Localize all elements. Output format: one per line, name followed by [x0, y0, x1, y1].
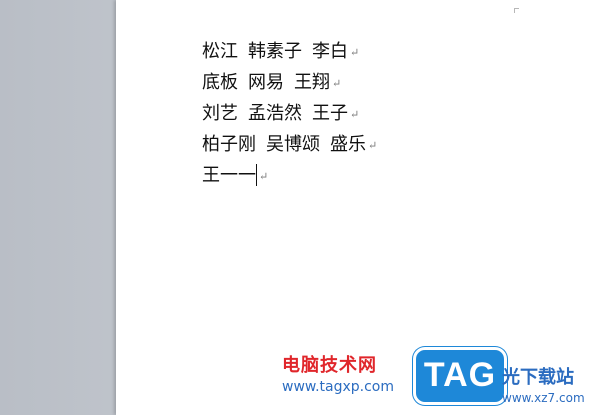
- word: 王翔: [294, 72, 330, 93]
- word: 王子: [312, 103, 348, 124]
- watermark-cn-name: 电脑技术网: [282, 355, 377, 376]
- text-line-2[interactable]: 底板 网易 王翔 ↵: [202, 67, 377, 98]
- word: 盛乐: [330, 134, 366, 155]
- document-workspace: 松江 韩素子 李白 ↵ 底板 网易 王翔 ↵ 刘艺 孟浩然 王子 ↵ 柏子刚 吴博颂 盛乐 ↵ 王一一 ↵…: [0, 0, 601, 415]
- word: 柏子刚: [202, 134, 256, 155]
- watermark-url: www.tagxp.com: [282, 379, 394, 395]
- text-line-3[interactable]: 刘艺 孟浩然 王子 ↵: [202, 98, 377, 129]
- paragraph-mark-icon: ↵: [350, 108, 360, 121]
- paragraph-mark-icon: ↵: [368, 139, 378, 152]
- word: 李白: [312, 41, 348, 62]
- margin-corner-mark: [514, 8, 519, 13]
- watermark-site-name: 光下载站: [502, 367, 574, 388]
- word: 韩素子: [248, 41, 302, 62]
- watermark-site-url: www.xz7.com: [502, 391, 585, 405]
- watermark-badge: TAG: [413, 347, 507, 405]
- word: 孟浩然: [248, 103, 302, 124]
- word: 吴博颂: [266, 134, 320, 155]
- word: 王一一: [202, 165, 256, 186]
- watermark-badge-text: TAG: [423, 356, 497, 394]
- word: 刘艺: [202, 103, 238, 124]
- word: 松江: [202, 41, 238, 62]
- text-line-4[interactable]: 柏子刚 吴博颂 盛乐 ↵: [202, 129, 377, 160]
- text-line-1[interactable]: 松江 韩素子 李白 ↵: [202, 36, 377, 67]
- text-line-5[interactable]: 王一一 ↵: [202, 160, 377, 191]
- word: 底板: [202, 72, 238, 93]
- paragraph-mark-icon: ↵: [332, 77, 342, 90]
- document-body[interactable]: 松江 韩素子 李白 ↵ 底板 网易 王翔 ↵ 刘艺 孟浩然 王子 ↵ 柏子刚 吴博颂 盛乐 ↵ 王一一 ↵: [202, 36, 377, 191]
- watermark: 电脑技术网 www.tagxp.com TAG 光下载站 www.xz7.com: [280, 347, 601, 415]
- text-caret: [256, 164, 257, 186]
- word: 网易: [248, 72, 284, 93]
- paragraph-mark-icon: ↵: [259, 170, 269, 183]
- paragraph-mark-icon: ↵: [350, 46, 360, 59]
